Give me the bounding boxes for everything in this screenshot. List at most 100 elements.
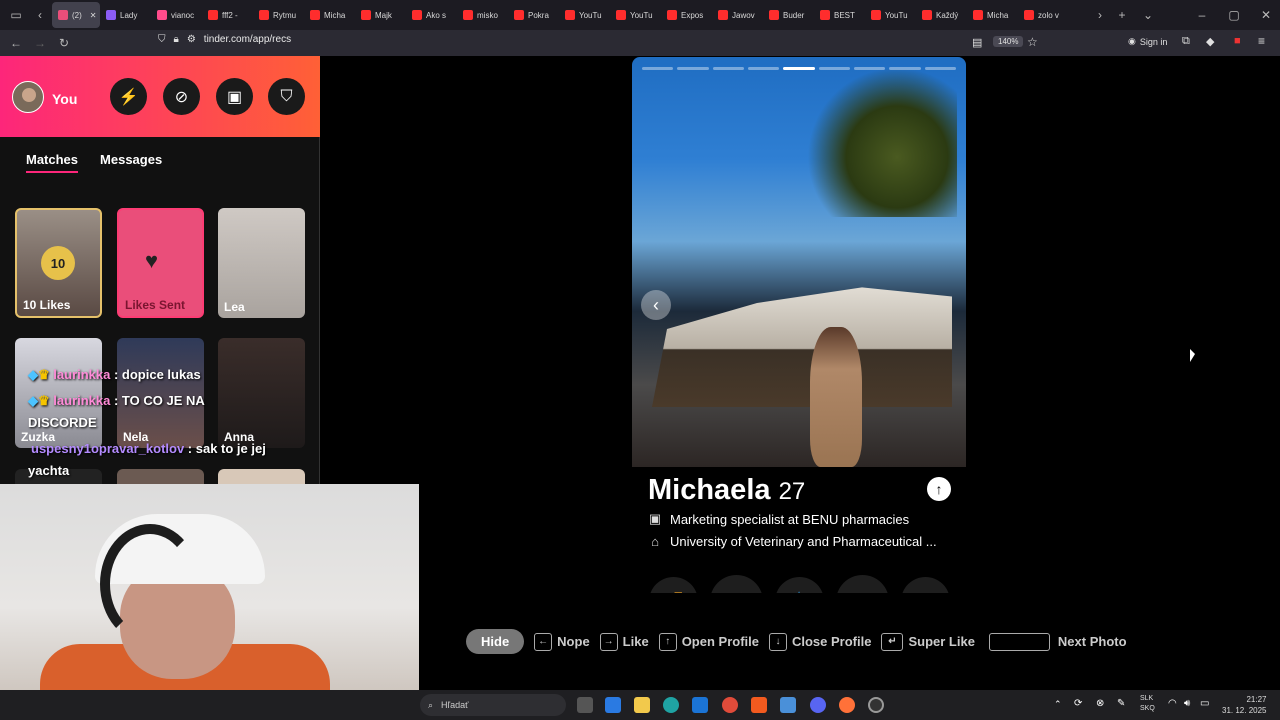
super-like-button[interactable]: ★ <box>774 577 824 593</box>
profile-card[interactable]: ‹ Michaela 27 ↑ ▣ Marketing specialist a… <box>632 57 966 593</box>
browser-tab[interactable]: YouTu <box>865 2 916 28</box>
boost-send-button[interactable]: ➤ <box>900 577 950 593</box>
battery-icon[interactable]: ▭ <box>1200 698 1209 709</box>
discord-icon[interactable] <box>810 697 826 713</box>
likes-card[interactable]: 10 10 Likes <box>15 208 102 318</box>
nope-button[interactable]: ✕ <box>709 575 763 593</box>
shield-icon[interactable]: ⛉ <box>158 34 166 45</box>
like-button[interactable]: ♥ <box>835 575 889 593</box>
profile-photo[interactable] <box>632 57 966 467</box>
photo-progress-segment[interactable] <box>853 67 886 70</box>
browser-tab[interactable]: Jawov <box>712 2 763 28</box>
tab-matches[interactable]: Matches <box>26 152 79 173</box>
firefox-icon[interactable] <box>839 697 855 713</box>
browser-tab[interactable]: Micha <box>967 2 1018 28</box>
forward-icon[interactable]: → <box>28 36 52 50</box>
previous-photo-icon[interactable]: ‹ <box>641 290 671 320</box>
open-profile-icon[interactable]: ↑ <box>927 477 951 501</box>
browser-tab[interactable]: Pokra <box>508 2 559 28</box>
rewind-button[interactable]: ↺ <box>648 577 698 593</box>
match-card-lea[interactable]: Lea <box>218 208 305 318</box>
bookmark-star-icon[interactable]: ☆ <box>1027 35 1038 49</box>
obs-icon[interactable] <box>868 697 884 713</box>
browser-tab[interactable]: Lady <box>100 2 151 28</box>
match-card[interactable] <box>117 469 204 484</box>
photo-progress-segment[interactable] <box>783 67 815 70</box>
likes-sent-card[interactable]: ♥ Likes Sent <box>117 208 204 318</box>
close-window-icon[interactable]: ✕ <box>1254 8 1278 22</box>
tray-chevron-icon[interactable]: ⌃ <box>1054 699 1062 710</box>
browser-tab[interactable]: BEST <box>814 2 865 28</box>
photo-progress-segment[interactable] <box>642 67 674 70</box>
browser-tab[interactable]: misko <box>457 2 508 28</box>
browser-tab[interactable]: Rytmu <box>253 2 304 28</box>
zoom-badge[interactable]: 140% <box>993 36 1024 47</box>
tab-menu-icon[interactable]: ⌄ <box>1136 8 1160 22</box>
permissions-icon[interactable]: ⚙ <box>187 34 196 45</box>
notepad-icon[interactable] <box>780 697 796 713</box>
file-explorer-icon[interactable] <box>634 697 650 713</box>
browser-tab[interactable]: YouTu <box>559 2 610 28</box>
wifi-icon[interactable]: ◠ <box>1168 698 1177 709</box>
reload-icon[interactable]: ↻ <box>52 36 76 50</box>
photo-progress-segment[interactable] <box>712 67 744 70</box>
browser-tab[interactable]: Majk <box>355 2 406 28</box>
browser-tab[interactable]: Buder <box>763 2 814 28</box>
tab-list-icon[interactable]: ▭ <box>4 8 28 22</box>
lock-icon[interactable]: 🔒︎ <box>174 34 179 45</box>
browser-tab[interactable]: Ako s <box>406 2 457 28</box>
tab-scroll-left-icon[interactable]: ‹ <box>28 8 52 22</box>
clock[interactable]: 21:27 31. 12. 2025 <box>1222 694 1266 716</box>
safety-shield-button[interactable]: ⛉ <box>268 78 305 115</box>
tray-pen-icon[interactable]: ✎ <box>1117 698 1125 709</box>
tab-scroll-right-icon[interactable]: › <box>1088 8 1112 22</box>
chrome-icon[interactable] <box>722 697 738 713</box>
store-icon[interactable] <box>605 697 621 713</box>
taskbar-search[interactable]: ⌕ Hľadať <box>420 694 566 716</box>
photo-progress-segment[interactable] <box>889 67 921 70</box>
addon-red-icon[interactable]: ■ <box>1234 35 1241 47</box>
addon-icon[interactable]: ◆ <box>1206 35 1214 48</box>
browser-tab[interactable]: vianoc <box>151 2 202 28</box>
browser-tab[interactable]: Každý <box>916 2 967 28</box>
maximize-icon[interactable]: ▢ <box>1222 8 1246 22</box>
browser-tab[interactable]: Expos <box>661 2 712 28</box>
new-tab-icon[interactable]: + <box>1110 8 1134 22</box>
photo-progress-segment[interactable] <box>677 67 709 70</box>
tab-messages[interactable]: Messages <box>100 152 162 173</box>
browser-tab[interactable]: zolo v <box>1018 2 1069 28</box>
url-bar[interactable]: ⛉ 🔒︎ ⚙ tinder.com/app/recs <box>158 34 291 45</box>
language-indicator[interactable]: SLK SKQ <box>1140 694 1155 714</box>
minimize-icon[interactable]: – <box>1190 8 1214 22</box>
url-text[interactable]: tinder.com/app/recs <box>204 34 291 45</box>
app-menu-icon[interactable]: ≡ <box>1258 34 1265 48</box>
task-view-icon[interactable] <box>577 697 593 713</box>
app-icon[interactable] <box>692 697 708 713</box>
brave-icon[interactable] <box>751 697 767 713</box>
browser-tab[interactable]: YouTu <box>610 2 661 28</box>
hide-shortcuts-button[interactable]: Hide <box>466 629 525 654</box>
browser-tab[interactable]: fff2 - <box>202 2 253 28</box>
tray-icon[interactable]: ⊗ <box>1096 698 1104 709</box>
shortcut-label: Super Like <box>908 634 975 649</box>
sign-in-button[interactable]: ◉ Sign in <box>1128 36 1167 47</box>
volume-icon[interactable]: 🔊︎ <box>1184 698 1190 709</box>
explore-compass-button[interactable]: ⊘ <box>163 78 200 115</box>
browser-tab[interactable]: Micha <box>304 2 355 28</box>
photo-progress-segment[interactable] <box>924 67 956 70</box>
profile-link[interactable]: You <box>52 91 77 107</box>
briefcase-button[interactable]: ▣ <box>216 78 253 115</box>
extensions-icon[interactable]: ⧉ <box>1182 35 1190 48</box>
photo-progress-segment[interactable] <box>747 67 780 70</box>
match-card[interactable] <box>218 469 305 484</box>
user-avatar[interactable] <box>12 81 44 113</box>
close-tab-icon[interactable]: ✕ <box>90 11 97 20</box>
match-card-anna[interactable]: Anna <box>218 338 305 448</box>
boost-button[interactable]: ⚡ <box>110 78 147 115</box>
tray-sync-icon[interactable]: ⟳ <box>1074 698 1082 709</box>
browser-tab[interactable]: (2) ✕ <box>52 2 100 28</box>
reader-view-icon[interactable]: ▤ <box>972 36 982 49</box>
back-icon[interactable]: ← <box>4 36 28 50</box>
photo-progress-segment[interactable] <box>818 67 850 70</box>
edge-icon[interactable] <box>663 697 679 713</box>
